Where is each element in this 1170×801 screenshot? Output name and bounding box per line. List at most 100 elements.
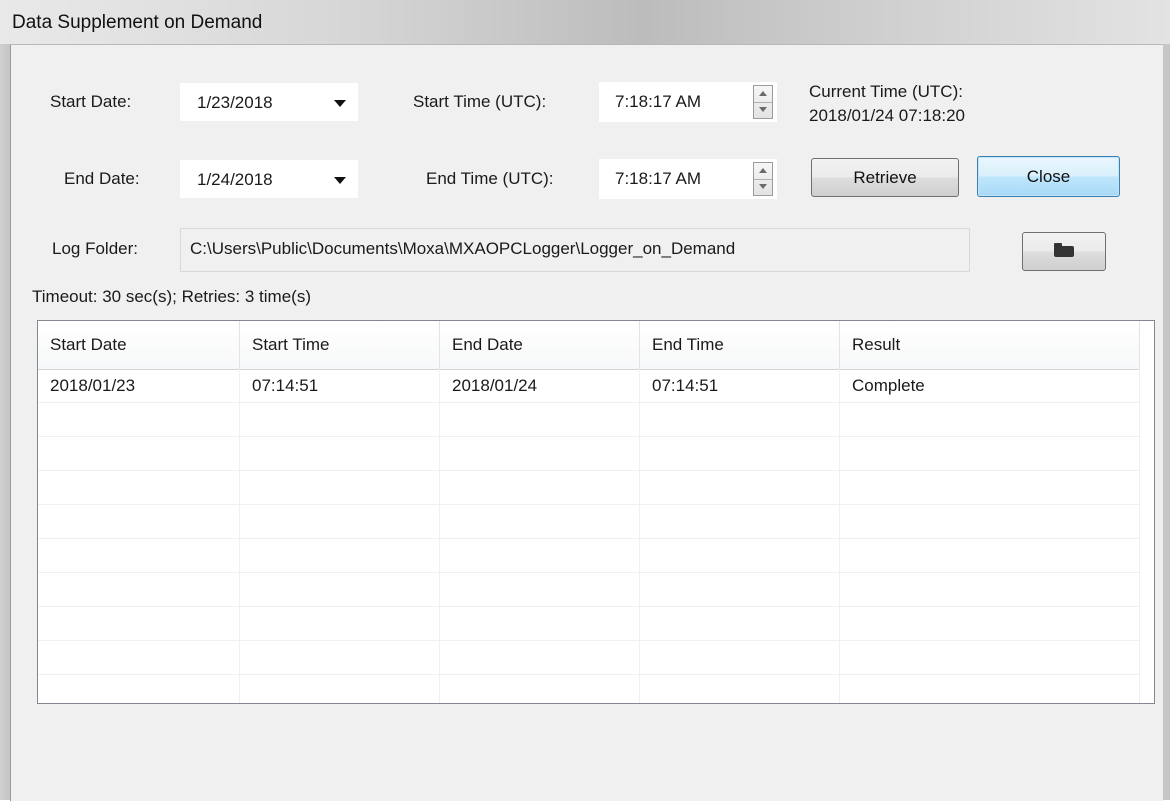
start-date-label: Start Date:: [50, 92, 132, 111]
empty-cell: [840, 437, 1140, 471]
start-time-spinner[interactable]: 7:18:17 AM: [599, 82, 777, 122]
empty-cell: [440, 539, 640, 573]
log-folder-label: Log Folder:: [52, 239, 138, 258]
column-header-start-time[interactable]: Start Time: [240, 321, 440, 369]
empty-table-row: [38, 403, 1140, 437]
start-date-picker[interactable]: 1/23/2018: [179, 82, 359, 122]
log-folder-field[interactable]: C:\Users\Public\Documents\Moxa\MXAOPCLog…: [180, 228, 970, 272]
column-header-start-date[interactable]: Start Date: [38, 321, 240, 369]
empty-cell: [840, 607, 1140, 641]
empty-cell: [640, 437, 840, 471]
cell-start-date: 2018/01/23: [38, 369, 240, 403]
empty-cell: [240, 675, 440, 703]
timeout-info: Timeout: 30 sec(s); Retries: 3 time(s): [32, 287, 311, 306]
browse-folder-button[interactable]: [1022, 232, 1106, 271]
chevron-down-icon[interactable]: [334, 177, 346, 184]
empty-cell: [440, 403, 640, 437]
empty-cell: [640, 573, 840, 607]
start-time-spin-buttons: [753, 85, 773, 119]
empty-cell: [38, 403, 240, 437]
end-time-spin-buttons: [753, 162, 773, 196]
end-time-value: 7:18:17 AM: [615, 169, 702, 188]
empty-cell: [38, 437, 240, 471]
empty-cell: [240, 471, 440, 505]
empty-cell: [240, 573, 440, 607]
empty-cell: [38, 573, 240, 607]
empty-cell: [840, 641, 1140, 675]
empty-table-row: [38, 675, 1140, 703]
title-bar[interactable]: Data Supplement on Demand: [0, 0, 1170, 44]
empty-cell: [440, 471, 640, 505]
chevron-down-icon[interactable]: [334, 100, 346, 107]
spin-up-icon[interactable]: [754, 163, 772, 180]
empty-cell: [38, 641, 240, 675]
empty-cell: [840, 403, 1140, 437]
empty-cell: [240, 505, 440, 539]
empty-table-row: [38, 641, 1140, 675]
dialog-content: Start Date: 1/23/2018 Start Time (UTC): …: [10, 44, 1163, 801]
end-date-value: 1/24/2018: [197, 170, 273, 189]
empty-cell: [840, 471, 1140, 505]
close-button[interactable]: Close: [977, 156, 1120, 197]
end-time-spinner[interactable]: 7:18:17 AM: [599, 159, 777, 199]
window-frame-left: [0, 44, 10, 800]
cell-end-time: 07:14:51: [640, 369, 840, 403]
empty-cell: [840, 539, 1140, 573]
empty-cell: [240, 641, 440, 675]
empty-table-row: [38, 607, 1140, 641]
empty-cell: [440, 641, 640, 675]
empty-cell: [38, 539, 240, 573]
column-header-result[interactable]: Result: [840, 321, 1140, 369]
start-date-value: 1/23/2018: [197, 93, 273, 112]
current-time-label: Current Time (UTC):: [809, 82, 963, 101]
empty-table-row: [38, 471, 1140, 505]
empty-cell: [640, 539, 840, 573]
empty-cell: [240, 607, 440, 641]
empty-cell: [38, 505, 240, 539]
column-header-end-time[interactable]: End Time: [640, 321, 840, 369]
empty-table-row: [38, 539, 1140, 573]
table-header: Start Date Start Time End Date End Time …: [38, 321, 1140, 370]
start-time-value: 7:18:17 AM: [615, 92, 702, 111]
folder-icon: [1054, 243, 1074, 257]
end-time-label: End Time (UTC):: [426, 169, 554, 188]
empty-cell: [240, 403, 440, 437]
retrieve-button-label: Retrieve: [853, 168, 917, 187]
empty-cell: [440, 675, 640, 703]
cell-start-time: 07:14:51: [240, 369, 440, 403]
table-row[interactable]: 2018/01/23 07:14:51 2018/01/24 07:14:51 …: [38, 369, 1140, 403]
window-title: Data Supplement on Demand: [12, 12, 263, 33]
current-time-value: 2018/01/24 07:18:20: [809, 106, 965, 125]
spin-down-icon[interactable]: [754, 179, 772, 195]
empty-cell: [440, 437, 640, 471]
window-frame-right: [1162, 44, 1170, 800]
column-header-end-date[interactable]: End Date: [440, 321, 640, 369]
empty-cell: [38, 607, 240, 641]
close-button-label: Close: [1026, 167, 1071, 186]
retrieve-button[interactable]: Retrieve: [811, 158, 959, 197]
empty-cell: [38, 471, 240, 505]
empty-cell: [440, 505, 640, 539]
empty-cell: [240, 437, 440, 471]
cell-end-date: 2018/01/24: [440, 369, 640, 403]
empty-cell: [240, 539, 440, 573]
empty-cell: [640, 471, 840, 505]
results-table[interactable]: Start Date Start Time End Date End Time …: [37, 320, 1155, 704]
empty-cell: [840, 505, 1140, 539]
empty-cell: [640, 607, 840, 641]
end-date-picker[interactable]: 1/24/2018: [179, 159, 359, 199]
empty-cell: [640, 641, 840, 675]
empty-cell: [640, 675, 840, 703]
end-date-label: End Date:: [64, 169, 140, 188]
empty-cell: [840, 675, 1140, 703]
spin-up-icon[interactable]: [754, 86, 772, 103]
empty-table-row: [38, 437, 1140, 471]
spin-down-icon[interactable]: [754, 102, 772, 118]
dialog-window: Data Supplement on Demand Start Date: 1/…: [0, 0, 1170, 801]
empty-table-row: [38, 573, 1140, 607]
empty-cell: [640, 403, 840, 437]
empty-table-row: [38, 505, 1140, 539]
cell-result: Complete: [840, 369, 1140, 403]
empty-cell: [440, 573, 640, 607]
empty-cell: [38, 675, 240, 703]
